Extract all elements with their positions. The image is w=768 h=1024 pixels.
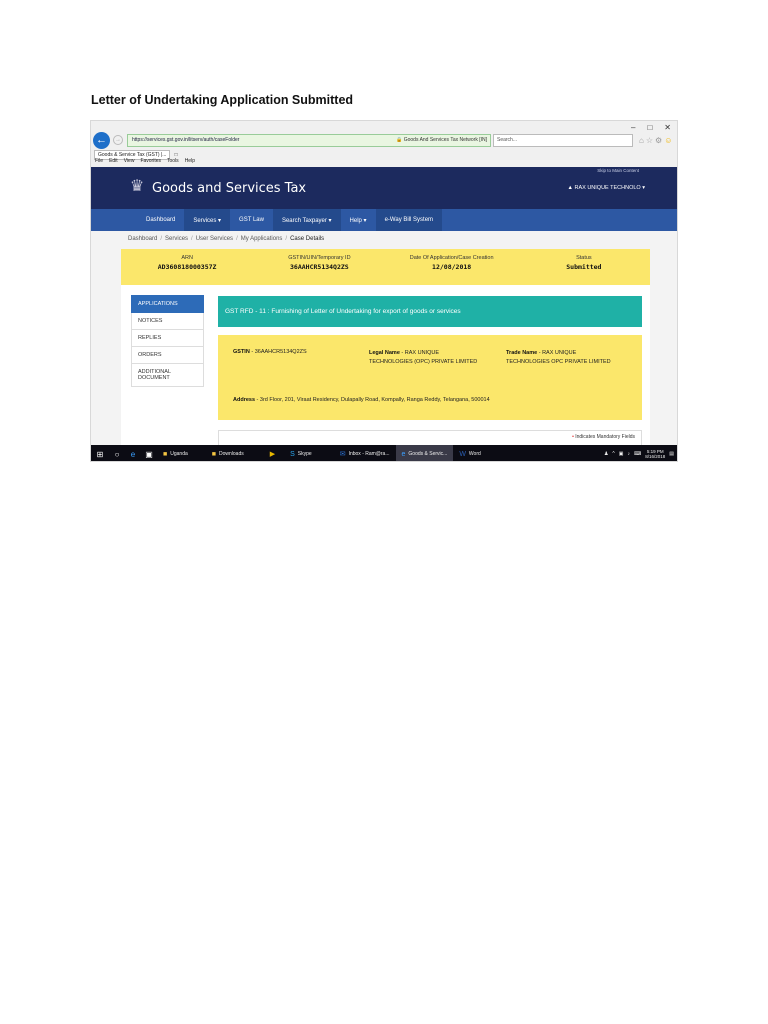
- menu-bar: File Edit View Favorites Tools Help: [95, 158, 195, 164]
- address-row: ← → https://services.gst.gov.in/litserv/…: [91, 131, 677, 149]
- breadcrumb: Dashboard / Services / User Services / My A…: [128, 236, 325, 242]
- web-page: Skip to Main Content ♛ Goods and Service…: [91, 167, 677, 445]
- outlook-icon: ✉: [339, 451, 346, 458]
- menu-help[interactable]: Help: [185, 158, 195, 164]
- legal-name-field: Legal Name - RAX UNIQUE TECHNOLOGIES (OP…: [369, 350, 478, 365]
- clock[interactable]: 5:19 PM 8/16/2018: [645, 449, 665, 460]
- system-tray: ♟ ^ ▣ ♪ ⌨ 5:19 PM 8/16/2018 ▤: [604, 449, 677, 460]
- user-menu[interactable]: ▲ RAX UNIQUE TECHNOLO ▾: [568, 185, 646, 191]
- edge-icon[interactable]: e: [125, 450, 141, 459]
- taskbar-app-browser[interactable]: e Goods & Servic...: [395, 445, 454, 461]
- form-lower-panel: • Indicates Mandatory Fields: [218, 430, 642, 445]
- taskbar-app-outlook[interactable]: ✉ Inbox - Ram@ra...: [334, 445, 396, 461]
- skype-icon: S: [290, 450, 295, 458]
- side-item-replies[interactable]: REPLIES: [131, 330, 204, 347]
- site-header: Skip to Main Content ♛ Goods and Service…: [91, 167, 677, 209]
- case-side-menu: APPLICATIONS NOTICES REPLIES ORDERS ADDI…: [131, 295, 204, 387]
- notifications-icon[interactable]: ▤: [669, 451, 674, 457]
- taxpayer-details: GSTIN - 36AAHCR5134Q2ZS Legal Name - RAX…: [218, 335, 642, 420]
- favorites-star-icon[interactable]: ☆: [646, 136, 655, 145]
- breadcrumb-services[interactable]: Services: [165, 236, 188, 242]
- main-nav: Dashboard Services ▾ GST Law Search Taxp…: [91, 209, 677, 231]
- home-icon[interactable]: ⌂: [639, 136, 646, 145]
- form-heading: GST RFD - 11 : Furnishing of Letter of U…: [218, 296, 642, 327]
- media-player-icon: ▶: [269, 451, 276, 458]
- nav-search-taxpayer[interactable]: Search Taxpayer ▾: [272, 209, 341, 231]
- site-title: Goods and Services Tax: [152, 181, 307, 196]
- info-date: Date Of Application/Case Creation 12/08/2…: [409, 255, 494, 271]
- info-arn: ARN AD360818000357Z: [157, 255, 217, 271]
- nav-help[interactable]: Help ▾: [341, 209, 376, 231]
- people-icon[interactable]: ♟: [604, 451, 608, 457]
- taskbar-app-downloads[interactable]: ■ Downloads: [194, 445, 264, 461]
- document-title: Letter of Undertaking Application Submit…: [91, 93, 354, 107]
- skip-link[interactable]: Skip to Main Content: [597, 168, 639, 173]
- toolbar-icons: ⌂☆⚙☺: [639, 136, 674, 145]
- breadcrumb-user-services[interactable]: User Services: [196, 236, 233, 242]
- side-item-orders[interactable]: ORDERS: [131, 347, 204, 364]
- side-item-applications[interactable]: APPLICATIONS: [131, 295, 204, 313]
- back-arrow-icon[interactable]: ←: [93, 131, 110, 149]
- menu-edit[interactable]: Edit: [109, 158, 118, 164]
- case-card: APPLICATIONS NOTICES REPLIES ORDERS ADDI…: [121, 285, 650, 445]
- windows-start-icon[interactable]: ⊞: [91, 450, 109, 459]
- breadcrumb-case-details: Case Details: [290, 236, 325, 242]
- ie-icon: e: [401, 450, 406, 458]
- side-item-additional-document[interactable]: ADDITIONAL DOCUMENT: [131, 364, 204, 387]
- tray-chevron-icon[interactable]: ^: [612, 451, 614, 457]
- network-icon[interactable]: ▣: [619, 451, 624, 457]
- menu-view[interactable]: View: [124, 158, 135, 164]
- menu-favorites[interactable]: Favorites: [140, 158, 161, 164]
- nav-services[interactable]: Services ▾: [184, 209, 231, 231]
- folder-icon: ■: [163, 450, 168, 458]
- search-input[interactable]: Search...: [493, 133, 633, 147]
- smiley-icon[interactable]: ☺: [664, 136, 674, 145]
- screenshot: – □ ✕ ← → https://services.gst.gov.in/li…: [90, 120, 678, 462]
- forward-arrow-icon[interactable]: →: [113, 135, 123, 145]
- mandatory-note: • Indicates Mandatory Fields: [572, 434, 635, 440]
- breadcrumb-dashboard[interactable]: Dashboard: [128, 236, 157, 242]
- site-identity: 🔒 Goods And Services Tax Network [IN]: [396, 137, 487, 143]
- case-info-band: ARN AD360818000357Z GSTIN/UIN/Temporary I…: [121, 249, 650, 285]
- taskbar-app-uganda[interactable]: ■ Uganda: [157, 445, 194, 461]
- breadcrumb-my-applications[interactable]: My Applications: [241, 236, 283, 242]
- nav-eway-bill[interactable]: e-Way Bill System: [375, 209, 443, 231]
- address-bar[interactable]: https://services.gst.gov.in/litserv/auth…: [127, 133, 491, 147]
- trade-name-field: Trade Name - RAX UNIQUE TECHNOLOGIES OPC…: [506, 350, 611, 365]
- settings-gear-icon[interactable]: ⚙: [655, 136, 664, 145]
- keyboard-icon[interactable]: ⌨: [634, 451, 641, 457]
- menu-tools[interactable]: Tools: [167, 158, 179, 164]
- info-gstin: GSTIN/UIN/Temporary ID 36AAHCR5134Q2ZS: [288, 255, 351, 271]
- taskbar-app-media[interactable]: ▶: [264, 445, 284, 461]
- side-item-notices[interactable]: NOTICES: [131, 313, 204, 330]
- info-status: Status Submitted: [566, 255, 602, 271]
- nav-gst-law[interactable]: GST Law: [230, 209, 273, 231]
- address-field: Address - 3rd Floor, 201, Viraat Residen…: [233, 397, 490, 403]
- volume-icon[interactable]: ♪: [628, 451, 631, 457]
- url-text: https://services.gst.gov.in/litserv/auth…: [132, 137, 240, 143]
- taskbar-app-word[interactable]: W Word: [453, 445, 486, 461]
- taskbar-app-skype[interactable]: S Skype: [284, 445, 334, 461]
- word-icon: W: [459, 450, 466, 458]
- gstin-field: GSTIN - 36AAHCR5134Q2ZS: [233, 349, 307, 355]
- folder-icon: ■: [211, 450, 216, 458]
- emblem-icon: ♛: [129, 178, 145, 195]
- cortana-icon[interactable]: ○: [109, 450, 125, 459]
- menu-file[interactable]: File: [95, 158, 103, 164]
- nav-dashboard[interactable]: Dashboard: [137, 209, 184, 231]
- windows-taskbar: ⊞ ○ e ▣ ■ Uganda ■ Downloads ▶ S Skype ✉ Inb…: [91, 445, 677, 461]
- store-icon[interactable]: ▣: [141, 450, 157, 459]
